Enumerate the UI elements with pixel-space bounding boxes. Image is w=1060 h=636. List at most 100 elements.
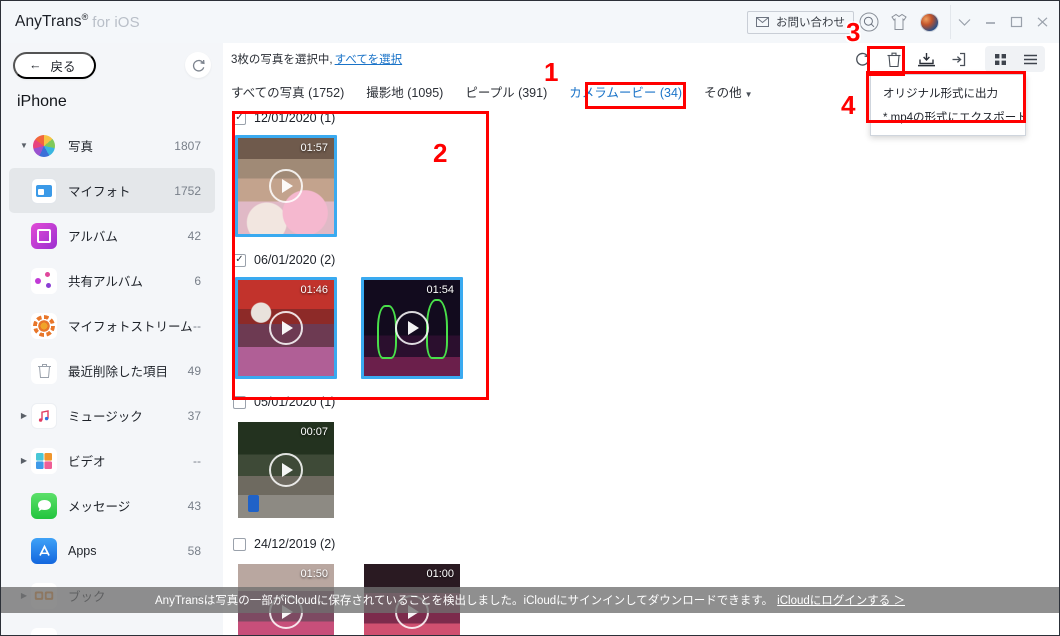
thumbnail-row: 00:07 xyxy=(233,413,1059,531)
sidebar-item-count: -- xyxy=(193,453,201,468)
apps-icon xyxy=(31,537,57,564)
tab-all-photos[interactable]: すべての写真 (1752) xyxy=(231,82,344,101)
video-thumbnail[interactable]: 00:07 xyxy=(235,419,337,521)
shared-album-icon xyxy=(31,267,57,294)
tshirt-icon[interactable] xyxy=(884,7,914,37)
select-all-link[interactable]: すべてを選択 xyxy=(335,51,403,67)
menu-item-mp4-format[interactable]: *.mp4の形式にエクスポート xyxy=(881,105,1028,129)
avatar-image xyxy=(919,12,939,32)
export-format-menu[interactable]: オリジナル形式に出力 *.mp4の形式にエクスポート xyxy=(870,74,1028,136)
thumbnail-row: 01:57 xyxy=(233,129,1059,247)
sidebar-item-recently-deleted[interactable]: 最近削除した項目 49 xyxy=(9,348,215,393)
chevron-right-icon[interactable]: ▶ xyxy=(17,456,31,465)
sidebar-item-count: -- xyxy=(193,318,201,333)
app-brand: AnyTrans® for iOS xyxy=(15,12,140,31)
safari-icon xyxy=(31,627,57,635)
video-thumbnail[interactable]: 01:57 xyxy=(235,135,337,237)
sidebar-item-count: 1752 xyxy=(174,183,201,198)
sidebar-item-music[interactable]: ▶ ミュージック 37 xyxy=(9,393,215,438)
tab-people[interactable]: ピープル (391) xyxy=(465,82,547,101)
maximize-icon[interactable] xyxy=(1003,5,1029,39)
date-group-title: 06/01/2020 (2) xyxy=(254,253,336,267)
sidebar-item-safari[interactable]: ▶ Safari -- xyxy=(9,618,215,635)
play-icon[interactable] xyxy=(269,169,303,203)
sidebar-item-my-photo[interactable]: マイフォト 1752 xyxy=(9,168,215,213)
view-mode-group xyxy=(985,46,1045,72)
minimize-icon[interactable] xyxy=(977,5,1003,39)
play-icon[interactable] xyxy=(269,311,303,345)
sidebar-item-photo-stream[interactable]: マイフォトストリーム -- xyxy=(9,303,215,348)
sidebar-refresh-icon[interactable] xyxy=(185,52,211,78)
menu-item-original-format[interactable]: オリジナル形式に出力 xyxy=(881,81,1015,105)
photo-stream-icon xyxy=(31,312,57,339)
window-controls xyxy=(950,5,1055,39)
sidebar-item-apps[interactable]: Apps 58 xyxy=(9,528,215,573)
sidebar-item-video[interactable]: ▶ ビデオ -- xyxy=(9,438,215,483)
group-checkbox[interactable] xyxy=(233,395,246,409)
video-duration: 01:57 xyxy=(300,142,328,154)
album-icon xyxy=(31,222,57,249)
video-duration: 01:50 xyxy=(300,568,328,580)
sidebar-top-row: ← 戻る xyxy=(1,43,223,87)
play-icon[interactable] xyxy=(395,311,429,345)
my-photo-icon xyxy=(31,177,57,204)
sidebar-item-count: 58 xyxy=(187,543,201,558)
sidebar-item-count: 42 xyxy=(187,228,201,243)
annotation-marker-1: 1 xyxy=(544,57,559,87)
brand-name: AnyTrans xyxy=(15,13,82,31)
sidebar-item-photos[interactable]: ▼ 写真 1807 xyxy=(9,123,215,168)
group-checkbox[interactable]: ✓ xyxy=(233,253,246,267)
avatar[interactable] xyxy=(914,7,944,37)
date-group-header: 05/01/2020 (1) xyxy=(233,391,1059,413)
sidebar-item-label: アルバム xyxy=(68,230,118,244)
video-grid: ✓ 12/01/2020 (1) 01:57 ✓ 06/01/2020 (2) xyxy=(223,107,1059,635)
sidebar-item-label: 写真 xyxy=(68,140,94,154)
selection-count-text: 3枚の写真を選択中, xyxy=(231,54,333,66)
close-icon[interactable] xyxy=(1029,5,1055,39)
date-group-title: 24/12/2019 (2) xyxy=(254,537,336,551)
group-checkbox[interactable] xyxy=(233,537,246,551)
video-thumbnail[interactable]: 01:46 xyxy=(235,277,337,379)
tab-others[interactable]: その他 ▼ xyxy=(704,82,752,101)
annotation-marker-3: 3 xyxy=(846,17,861,47)
chevron-down-icon[interactable] xyxy=(951,5,977,39)
sidebar-item-album[interactable]: アルバム 42 xyxy=(9,213,215,258)
tab-locations[interactable]: 撮影地 (1095) xyxy=(366,82,443,101)
date-group: 24/12/2019 (2) 01:50 01:00 xyxy=(233,533,1059,635)
music-icon xyxy=(31,402,57,429)
sidebar-item-messages[interactable]: メッセージ 43 xyxy=(9,483,215,528)
contact-button-label: お問い合わせ xyxy=(776,17,845,29)
video-thumbnail[interactable]: 01:54 xyxy=(361,277,463,379)
trash-icon[interactable] xyxy=(879,46,909,72)
sidebar: ← 戻る iPhone ▼ 写真 1807 マイフォト 1752 アルバム 42… xyxy=(1,43,223,635)
sidebar-item-shared-album[interactable]: 共有アルバム 6 xyxy=(9,258,215,303)
anytrans-window: AnyTrans® for iOS お問い合わせ ← 戻る iPhone ▼ 写… xyxy=(0,0,1060,636)
thumbnail-row: 01:46 01:54 xyxy=(233,271,1059,389)
video-duration: 01:54 xyxy=(426,284,454,296)
tab-label: すべての写真 (1752) xyxy=(231,85,345,100)
content-toolbar xyxy=(847,46,1045,72)
sidebar-nav: ▼ 写真 1807 マイフォト 1752 アルバム 42 共有アルバム 6 マイ… xyxy=(1,123,223,635)
chevron-right-icon[interactable]: ▶ xyxy=(17,411,31,420)
titlebar-actions: お問い合わせ xyxy=(747,1,1059,43)
refresh-icon[interactable] xyxy=(847,46,877,72)
sidebar-item-label: メッセージ xyxy=(68,500,131,514)
chevron-down-icon[interactable]: ▼ xyxy=(17,141,31,150)
grid-view-icon[interactable] xyxy=(985,46,1015,72)
back-button[interactable]: ← 戻る xyxy=(13,51,96,79)
import-to-device-icon[interactable] xyxy=(943,46,973,72)
icloud-login-link[interactable]: iCloudにログインする ＞ xyxy=(777,592,905,608)
messages-icon xyxy=(31,492,57,519)
play-icon[interactable] xyxy=(269,453,303,487)
video-duration: 01:00 xyxy=(426,568,454,580)
annotation-marker-4: 4 xyxy=(841,90,856,120)
video-duration: 01:46 xyxy=(300,284,328,296)
contact-button[interactable]: お問い合わせ xyxy=(747,10,854,34)
group-checkbox[interactable]: ✓ xyxy=(233,111,246,125)
back-button-label: 戻る xyxy=(50,59,76,74)
chevron-down-icon[interactable]: ▼ xyxy=(745,90,753,99)
tab-camera-movies[interactable]: カメラムービー (34) xyxy=(569,82,682,101)
sidebar-item-label: マイフォトストリーム xyxy=(68,320,193,334)
list-view-icon[interactable] xyxy=(1015,46,1045,72)
export-to-computer-button[interactable] xyxy=(911,46,941,72)
